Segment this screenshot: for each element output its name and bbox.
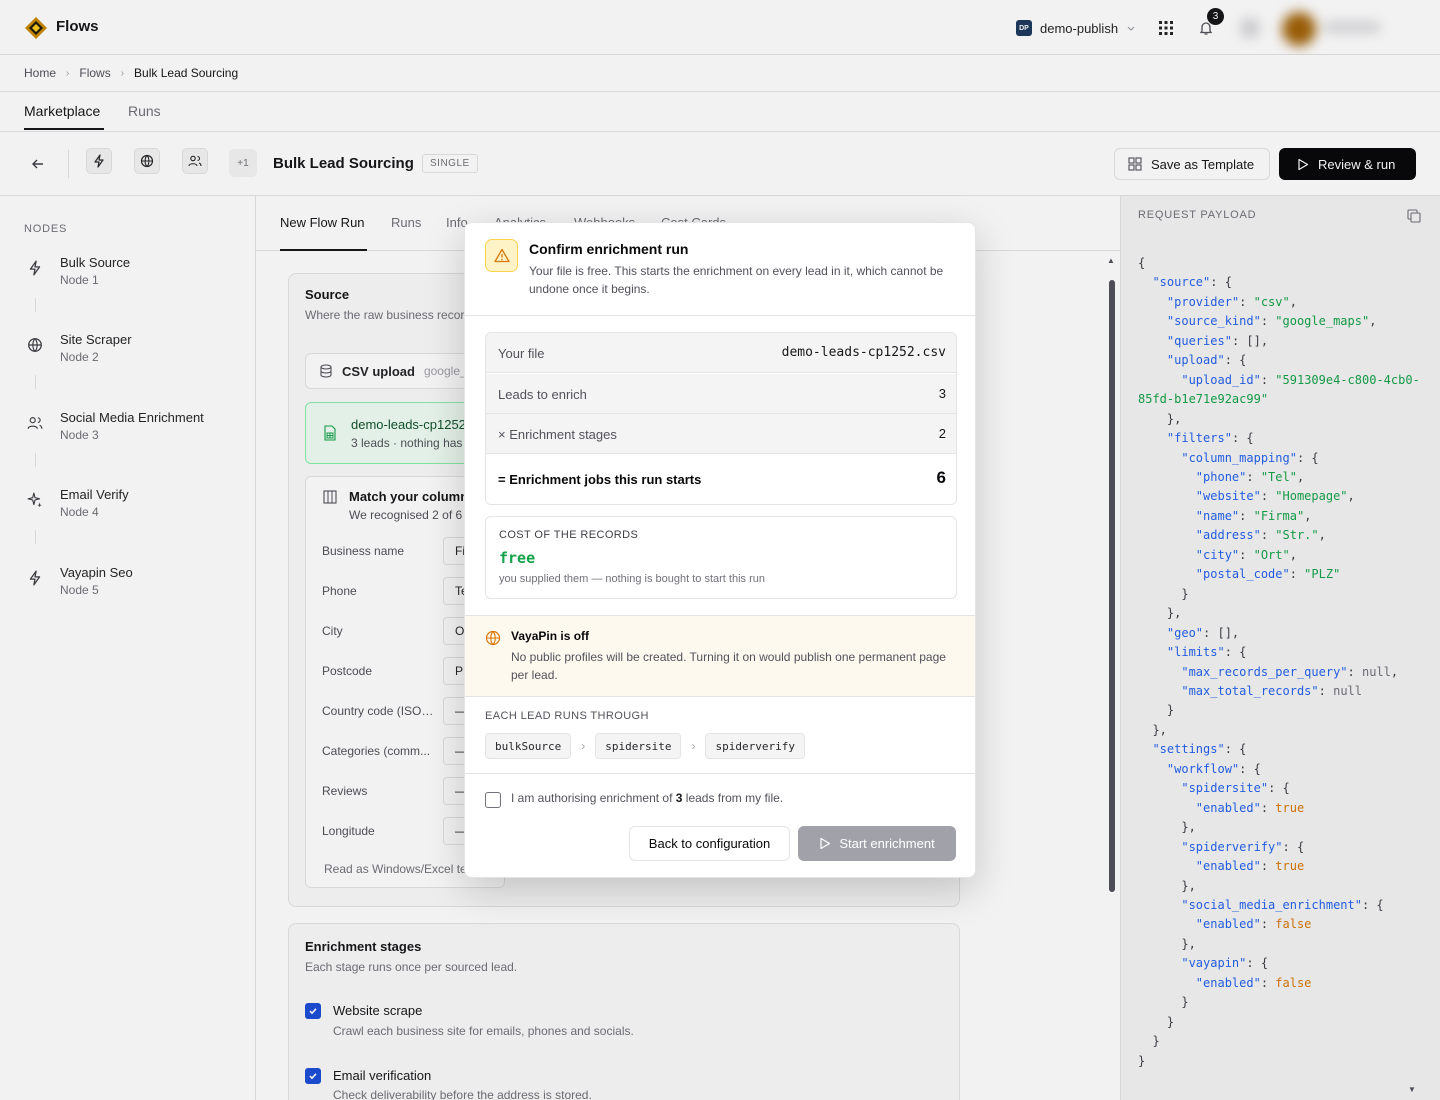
row-value: 3	[938, 386, 946, 401]
stage-chain: bulkSource › spidersite › spiderverify	[485, 733, 805, 759]
row-value: 2	[938, 426, 946, 441]
row-label: × Enrichment stages	[498, 427, 617, 442]
cost-box: COST OF THE RECORDS free you supplied th…	[485, 516, 957, 599]
chevron-right-icon: ›	[581, 739, 586, 753]
confirm-enrichment-dialog: Confirm enrichment run Your file is free…	[464, 222, 976, 878]
play-icon	[819, 837, 831, 850]
chain-step: bulkSource	[485, 733, 572, 759]
divider	[465, 773, 975, 774]
globe-off-icon	[485, 630, 501, 646]
row-label: Leads to enrich	[498, 387, 587, 402]
row-label: Your file	[498, 346, 545, 361]
total-label: = Enrichment jobs this run starts	[498, 472, 702, 487]
divider	[465, 315, 975, 316]
row-value: demo-leads-cp1252.csv	[781, 345, 946, 360]
dialog-title: Confirm enrichment run	[529, 241, 689, 257]
start-enrichment-label: Start enrichment	[839, 836, 935, 851]
dialog-description: Your file is free. This starts the enric…	[529, 264, 944, 296]
chain-title: EACH LEAD RUNS THROUGH	[485, 710, 649, 722]
summary-row-file: Your file demo-leads-cp1252.csv	[486, 333, 956, 373]
authorise-label[interactable]: I am authorising enrichment of 3 leads f…	[511, 791, 783, 805]
run-summary-table: Your file demo-leads-cp1252.csv Leads to…	[485, 332, 957, 505]
vayapin-notice: VayaPin is off No public profiles will b…	[465, 615, 975, 697]
chain-step: spidersite	[595, 733, 682, 759]
cost-value: free	[499, 549, 536, 567]
chain-step: spiderverify	[705, 733, 805, 759]
vayapin-title: VayaPin is off	[511, 629, 590, 643]
auth-post: leads from my file.	[682, 791, 784, 805]
auth-pre: I am authorising enrichment of	[511, 791, 676, 805]
cost-title: COST OF THE RECORDS	[499, 529, 639, 541]
vayapin-desc: No public profiles will be created. Turn…	[511, 650, 946, 682]
chevron-right-icon: ›	[691, 739, 696, 753]
warning-icon	[485, 239, 518, 272]
summary-row-total: = Enrichment jobs this run starts 6	[486, 454, 956, 504]
total-value: 6	[936, 468, 946, 487]
summary-row-stages: × Enrichment stages 2	[486, 414, 956, 454]
summary-row-leads: Leads to enrich 3	[486, 374, 956, 414]
authorise-checkbox[interactable]	[485, 792, 501, 808]
start-enrichment-button[interactable]: Start enrichment	[798, 826, 956, 861]
cost-note: you supplied them — nothing is bought to…	[499, 573, 765, 585]
back-to-configuration-button[interactable]: Back to configuration	[629, 826, 790, 861]
